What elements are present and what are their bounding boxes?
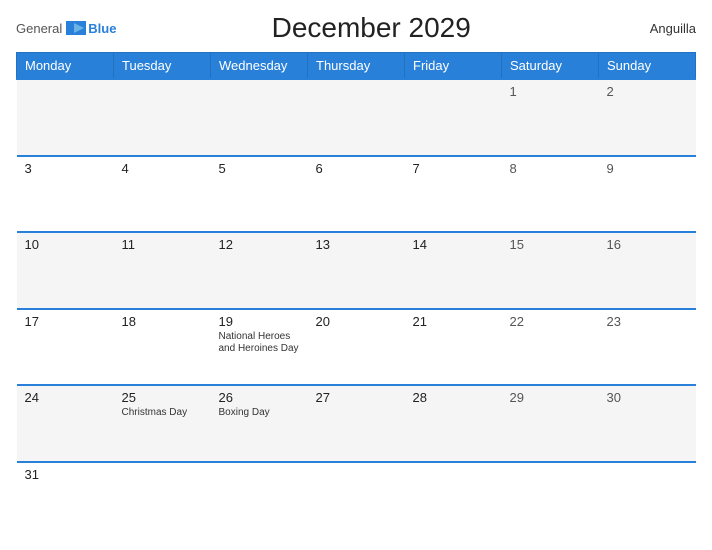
calendar-cell [308, 79, 405, 156]
calendar-cell: 14 [405, 232, 502, 309]
calendar-cell [405, 462, 502, 539]
calendar-cell: 10 [17, 232, 114, 309]
calendar-cell [502, 462, 599, 539]
col-tuesday: Tuesday [114, 53, 211, 80]
day-number: 4 [122, 161, 203, 176]
calendar-table: Monday Tuesday Wednesday Thursday Friday… [16, 52, 696, 538]
calendar-cell [211, 462, 308, 539]
calendar-cell: 15 [502, 232, 599, 309]
calendar-cell: 19 National Heroes and Heroines Day [211, 309, 308, 386]
logo-flag-icon [66, 21, 86, 35]
day-number: 29 [510, 390, 591, 405]
col-sunday: Sunday [599, 53, 696, 80]
day-number: 27 [316, 390, 397, 405]
calendar-cell: 5 [211, 156, 308, 233]
header: General Blue December 2029 Anguilla [16, 12, 696, 44]
day-number: 22 [510, 314, 591, 329]
col-saturday: Saturday [502, 53, 599, 80]
calendar-cell: 31 [17, 462, 114, 539]
day-number: 26 [219, 390, 300, 405]
day-number: 6 [316, 161, 397, 176]
logo-blue-text: Blue [88, 21, 116, 36]
calendar-cell: 9 [599, 156, 696, 233]
calendar-cell: 27 [308, 385, 405, 462]
month-title: December 2029 [116, 12, 626, 44]
col-thursday: Thursday [308, 53, 405, 80]
day-number: 30 [607, 390, 688, 405]
calendar-cell [211, 79, 308, 156]
day-number: 21 [413, 314, 494, 329]
day-number: 12 [219, 237, 300, 252]
day-number: 17 [25, 314, 106, 329]
day-number: 19 [219, 314, 300, 329]
calendar-cell: 18 [114, 309, 211, 386]
day-number: 7 [413, 161, 494, 176]
calendar-cell [114, 462, 211, 539]
calendar-cell: 21 [405, 309, 502, 386]
calendar-cell: 28 [405, 385, 502, 462]
col-friday: Friday [405, 53, 502, 80]
calendar-cell: 8 [502, 156, 599, 233]
calendar-cell: 26 Boxing Day [211, 385, 308, 462]
calendar-week-row: 31 [17, 462, 696, 539]
day-number: 3 [25, 161, 106, 176]
calendar-cell: 4 [114, 156, 211, 233]
calendar-week-row: 24 25 Christmas Day 26 Boxing Day 27 28 29 30 [17, 385, 696, 462]
calendar-cell: 12 [211, 232, 308, 309]
day-number: 1 [510, 84, 591, 99]
calendar-cell: 13 [308, 232, 405, 309]
day-number: 20 [316, 314, 397, 329]
calendar-cell: 24 [17, 385, 114, 462]
country-label: Anguilla [626, 21, 696, 36]
calendar-cell: 11 [114, 232, 211, 309]
calendar-cell [599, 462, 696, 539]
calendar-cell: 2 [599, 79, 696, 156]
calendar-header-row: Monday Tuesday Wednesday Thursday Friday… [17, 53, 696, 80]
calendar-cell: 17 [17, 309, 114, 386]
calendar-cell: 7 [405, 156, 502, 233]
day-number: 28 [413, 390, 494, 405]
calendar-cell [114, 79, 211, 156]
col-monday: Monday [17, 53, 114, 80]
calendar-cell: 20 [308, 309, 405, 386]
logo-general-text: General [16, 21, 62, 36]
day-number: 10 [25, 237, 106, 252]
holiday-label: Christmas Day [122, 407, 203, 419]
day-number: 5 [219, 161, 300, 176]
day-number: 2 [607, 84, 688, 99]
day-number: 8 [510, 161, 591, 176]
calendar-cell [405, 79, 502, 156]
day-number: 9 [607, 161, 688, 176]
logo: General Blue [16, 21, 116, 36]
day-number: 15 [510, 237, 591, 252]
calendar-cell: 1 [502, 79, 599, 156]
calendar-cell [308, 462, 405, 539]
day-number: 23 [607, 314, 688, 329]
col-wednesday: Wednesday [211, 53, 308, 80]
calendar-week-row: 17 18 19 National Heroes and Heroines Day 20… [17, 309, 696, 386]
calendar-week-row: 10 11 12 13 14 15 16 [17, 232, 696, 309]
day-number: 11 [122, 237, 203, 252]
calendar-cell: 16 [599, 232, 696, 309]
day-number: 13 [316, 237, 397, 252]
calendar-cell: 30 [599, 385, 696, 462]
day-number: 18 [122, 314, 203, 329]
calendar-cell: 23 [599, 309, 696, 386]
calendar-page: General Blue December 2029 Anguilla Mond… [0, 0, 712, 550]
calendar-week-row: 12 [17, 79, 696, 156]
holiday-label: Boxing Day [219, 407, 300, 419]
calendar-cell: 3 [17, 156, 114, 233]
holiday-label: National Heroes and Heroines Day [219, 331, 300, 355]
day-number: 25 [122, 390, 203, 405]
calendar-cell: 25 Christmas Day [114, 385, 211, 462]
calendar-cell: 22 [502, 309, 599, 386]
calendar-cell [17, 79, 114, 156]
day-number: 16 [607, 237, 688, 252]
calendar-cell: 29 [502, 385, 599, 462]
calendar-cell: 6 [308, 156, 405, 233]
calendar-week-row: 3 4 5 6 7 8 9 [17, 156, 696, 233]
day-number: 14 [413, 237, 494, 252]
day-number: 24 [25, 390, 106, 405]
day-number: 31 [25, 467, 106, 482]
